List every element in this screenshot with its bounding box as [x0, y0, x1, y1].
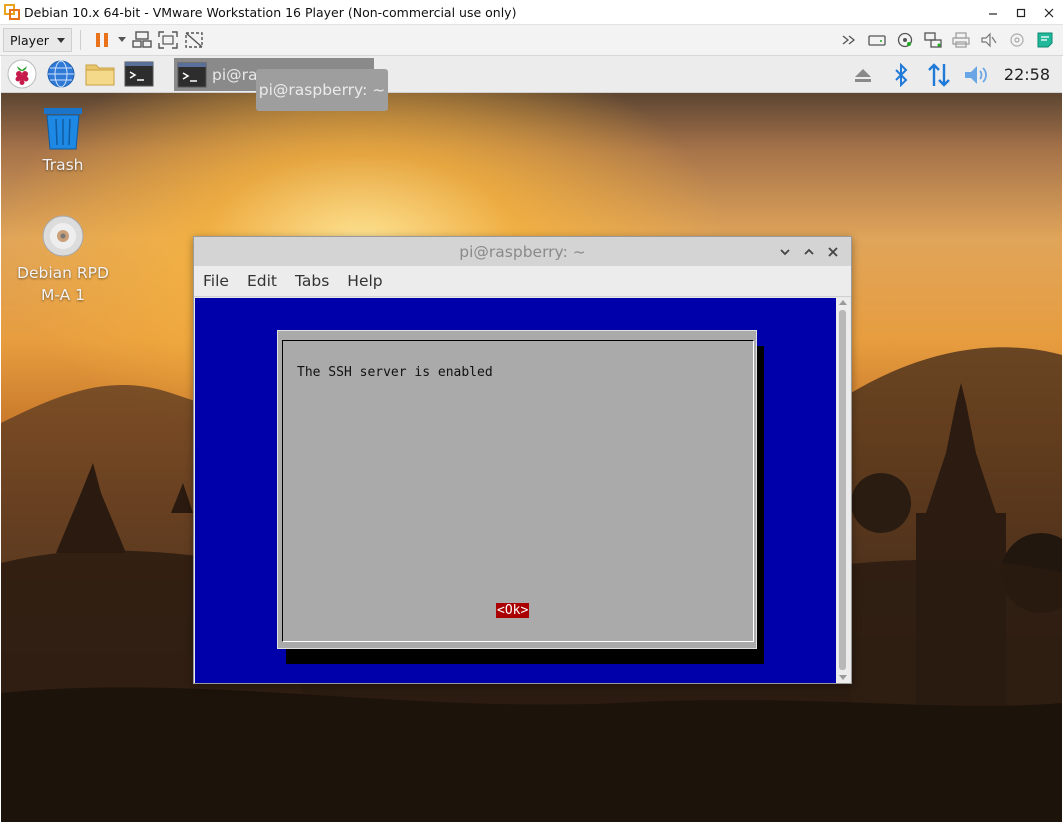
- menu-tabs[interactable]: Tabs: [295, 272, 329, 290]
- pause-button[interactable]: [89, 28, 115, 52]
- fit-guest-button[interactable]: [155, 28, 181, 52]
- close-button[interactable]: [1035, 0, 1063, 25]
- terminal-scrollbar[interactable]: [836, 298, 850, 683]
- scroll-up-icon[interactable]: [839, 300, 847, 305]
- eject-button[interactable]: [844, 58, 882, 92]
- file-manager-launcher[interactable]: [82, 57, 118, 91]
- scrollbar-thumb[interactable]: [839, 310, 846, 670]
- maximize-button[interactable]: [1007, 0, 1035, 25]
- power-options-button[interactable]: [115, 28, 129, 52]
- player-menu-button[interactable]: Player: [3, 28, 72, 52]
- usb-button[interactable]: [1003, 28, 1031, 52]
- desktop-icon-label: Debian RPD: [17, 264, 109, 282]
- bluetooth-button[interactable]: [882, 58, 920, 92]
- message-dialog: The SSH server is enabled <Ok>: [277, 330, 757, 649]
- desktop-icon-cd[interactable]: Debian RPD M-A 1: [13, 214, 113, 306]
- double-chevron-right-icon: [842, 35, 856, 45]
- chevron-down-icon: [117, 37, 126, 42]
- terminal-close-button[interactable]: [821, 243, 845, 261]
- maximize-icon: [1016, 8, 1026, 17]
- printer-button[interactable]: [947, 28, 975, 52]
- terminal-titlebar[interactable]: pi@raspberry: ~: [194, 237, 851, 266]
- terminal-window[interactable]: pi@raspberry: ~ File Edit Tabs Help The …: [193, 236, 852, 684]
- desktop-icon-label: Trash: [42, 156, 84, 174]
- clock[interactable]: 22:58: [1004, 65, 1050, 84]
- raspberry-icon: [7, 59, 37, 89]
- terminal-launcher[interactable]: [121, 57, 157, 91]
- sound-card-button[interactable]: [975, 28, 1003, 52]
- vmware-titlebar: Debian 10.x 64-bit - VMware Workstation …: [0, 0, 1063, 25]
- taskbar: pi@rasp 22:58: [1, 56, 1062, 93]
- more-button[interactable]: [835, 28, 863, 52]
- cd-drive-button[interactable]: [891, 28, 919, 52]
- vmware-toolbar: Player: [0, 25, 1063, 56]
- menu-help[interactable]: Help: [347, 272, 382, 290]
- usb-icon: [1010, 33, 1024, 47]
- raspberry-menu-button[interactable]: [4, 57, 40, 91]
- network-status-button[interactable]: [920, 58, 958, 92]
- chevron-up-icon: [804, 248, 814, 255]
- terminal-menubar: File Edit Tabs Help: [194, 266, 851, 297]
- terminal-title: pi@raspberry: ~: [459, 242, 586, 261]
- bluetooth-icon: [895, 62, 908, 87]
- ok-button[interactable]: <Ok>: [496, 603, 530, 618]
- message-log-button[interactable]: [1031, 28, 1059, 52]
- printer-icon: [952, 32, 970, 48]
- close-icon: [1044, 8, 1054, 17]
- network-icon: [924, 32, 942, 48]
- network-computer-icon: [132, 31, 152, 48]
- eject-icon: [854, 68, 871, 82]
- close-icon: [828, 247, 838, 257]
- unity-button[interactable]: [181, 28, 207, 52]
- terminal-minimize-button[interactable]: [773, 243, 797, 261]
- send-ctrl-alt-del-button[interactable]: [129, 28, 155, 52]
- speaker-icon: [981, 32, 997, 48]
- desktop-icon-label: M-A 1: [40, 286, 86, 304]
- cd-icon: [42, 215, 84, 257]
- unity-icon: [185, 32, 203, 48]
- terminal-icon: [124, 61, 154, 87]
- web-browser-launcher[interactable]: [43, 57, 79, 91]
- minimize-icon: [989, 12, 997, 15]
- speaker-icon: [964, 65, 987, 84]
- player-menu-label: Player: [10, 32, 49, 48]
- desktop-icon-trash[interactable]: Trash: [13, 106, 113, 176]
- dialog-message: The SSH server is enabled: [297, 365, 493, 380]
- chevron-down-icon: [56, 37, 65, 43]
- terminal-content[interactable]: The SSH server is enabled <Ok>: [195, 298, 836, 683]
- minimize-button[interactable]: [979, 0, 1007, 25]
- guest-screen[interactable]: pi@rasp 22:58 pi@raspberry: ~ Trash Debi…: [1, 56, 1062, 822]
- scroll-down-icon[interactable]: [839, 675, 847, 680]
- menu-file[interactable]: File: [203, 272, 229, 290]
- dialog-frame: The SSH server is enabled <Ok>: [282, 340, 754, 642]
- vmware-logo-icon: [4, 4, 20, 20]
- cd-icon: [897, 32, 913, 48]
- globe-icon: [47, 60, 75, 88]
- terminal-maximize-button[interactable]: [797, 243, 821, 261]
- message-log-icon: [1037, 32, 1053, 48]
- folder-icon: [85, 64, 115, 86]
- trash-icon: [44, 108, 82, 150]
- menu-edit[interactable]: Edit: [247, 272, 277, 290]
- toolbar-divider: [79, 30, 81, 50]
- terminal-icon: [177, 62, 207, 87]
- volume-button[interactable]: [958, 58, 996, 92]
- hard-disk-button[interactable]: [863, 28, 891, 52]
- window-title: Debian 10.x 64-bit - VMware Workstation …: [24, 4, 517, 20]
- network-transfer-icon: [928, 62, 950, 87]
- pause-icon: [95, 33, 108, 47]
- taskbar-tooltip: pi@raspberry: ~: [256, 69, 388, 111]
- hard-disk-icon: [868, 35, 886, 46]
- fullscreen-icon: [158, 31, 178, 49]
- network-adapter-button[interactable]: [919, 28, 947, 52]
- chevron-down-icon: [780, 249, 790, 256]
